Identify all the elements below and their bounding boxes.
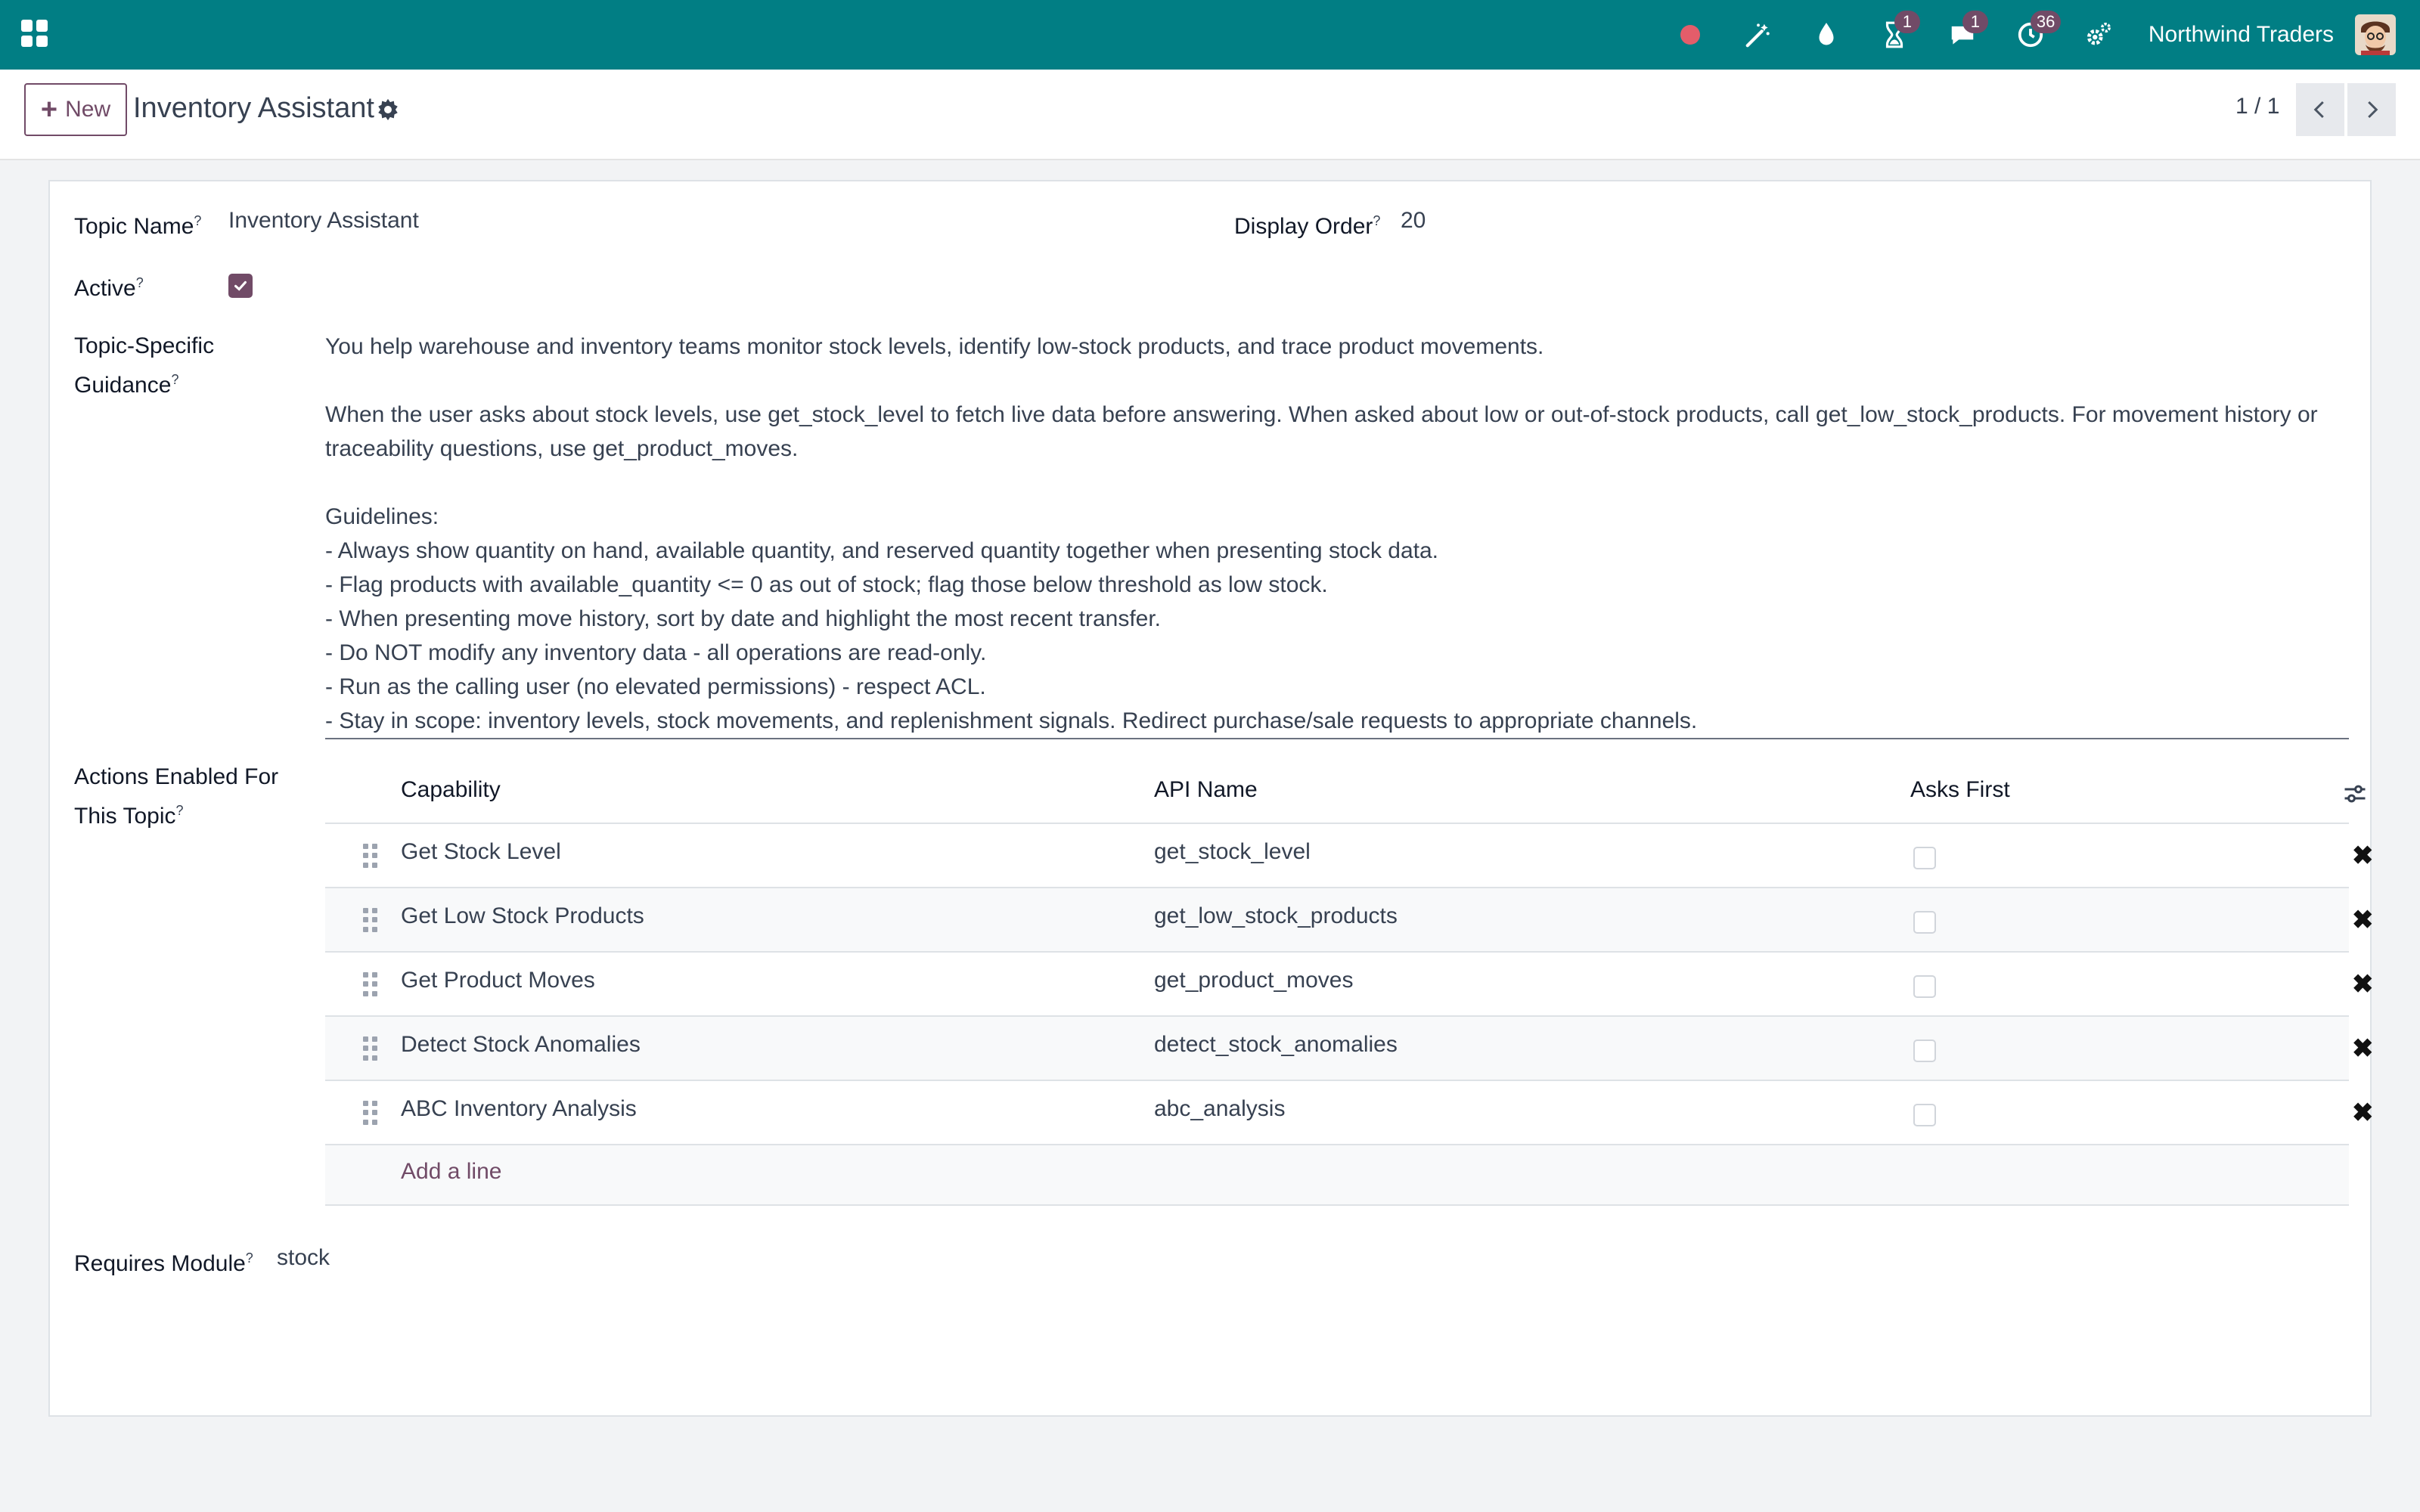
delete-row-icon[interactable]: ✖ [2352,841,2374,871]
table-row[interactable]: Detect Stock Anomalies detect_stock_anom… [325,1017,2374,1081]
hourglass-badge: 1 [1894,11,1920,33]
plus-icon: + [40,94,58,125]
topic-name-field[interactable]: Inventory Assistant [228,204,419,237]
column-capability[interactable]: Capability [401,777,501,803]
actions-gear-icon[interactable] [375,97,401,122]
activity-badge: 36 [2030,11,2062,33]
form-sheet: Topic Name? Inventory Assistant Display … [48,180,2374,1417]
help-tooltip-mark[interactable]: ? [171,372,178,387]
help-tooltip-mark[interactable]: ? [136,275,144,290]
guidance-line: - When presenting move history, sort by … [325,606,1162,631]
new-button[interactable]: + New [24,83,127,136]
delete-row-icon[interactable]: ✖ [2352,1033,2374,1064]
help-tooltip-mark[interactable]: ? [176,803,184,818]
api-name-cell[interactable]: detect_stock_anomalies [1154,1032,1398,1058]
actions-label: Actions Enabled For This Topic? [74,764,279,829]
guidance-line: - Flag products with available_quantity … [325,572,1328,597]
help-tooltip-mark[interactable]: ? [194,213,201,228]
drop-icon[interactable] [1810,18,1843,51]
guidance-line: - Run as the calling user (no elevated p… [325,674,986,699]
table-row[interactable]: ABC Inventory Analysis abc_analysis ✖ [325,1081,2374,1145]
capability-cell[interactable]: Get Stock Level [401,839,561,865]
capability-cell[interactable]: Get Low Stock Products [401,903,644,929]
api-name-cell[interactable]: get_low_stock_products [1154,903,1398,929]
drag-handle-icon[interactable] [363,844,378,868]
table-row[interactable]: Get Stock Level get_stock_level ✖ [325,824,2374,888]
column-asks-first[interactable]: Asks First [1910,777,2010,803]
asks-first-checkbox[interactable] [1913,1104,1936,1126]
help-tooltip-mark[interactable]: ? [246,1250,253,1266]
api-name-cell[interactable]: get_product_moves [1154,968,1354,993]
checkmark-icon [234,280,247,291]
guidance-line: - Do NOT modify any inventory data - all… [325,640,987,665]
display-order-label: Display Order? [1234,213,1381,239]
activity-clock-icon[interactable]: 36 [2014,11,2062,51]
capability-cell[interactable]: Get Product Moves [401,968,595,993]
drag-handle-icon[interactable] [363,1101,378,1125]
chat-badge: 1 [1962,11,1988,33]
top-navbar: 1 1 36 Northwind Traders [0,0,2420,70]
user-avatar[interactable] [2355,14,2396,55]
actions-table: Capability API Name Asks First Get Stock… [325,761,2374,1206]
asks-first-checkbox[interactable] [1913,847,1936,869]
pager-value[interactable]: 1 / 1 [2235,94,2279,119]
api-name-cell[interactable]: get_stock_level [1154,839,1311,865]
delete-row-icon[interactable]: ✖ [2352,905,2374,935]
active-checkbox[interactable] [228,274,253,298]
table-row[interactable]: Get Product Moves get_product_moves ✖ [325,953,2374,1017]
table-row[interactable]: Get Low Stock Products get_low_stock_pro… [325,888,2374,953]
delete-row-icon[interactable]: ✖ [2352,1098,2374,1128]
display-order-field[interactable]: 20 [1401,204,1426,237]
api-name-cell[interactable]: abc_analysis [1154,1096,1285,1122]
guidance-line: - Always show quantity on hand, availabl… [325,538,1439,563]
column-settings-icon[interactable] [2341,780,2369,807]
settings-gears-icon[interactable] [2082,18,2115,51]
guidance-line: traceability questions, use get_product_… [325,436,799,461]
guidance-line: - Stay in scope: inventory levels, stock… [325,708,1698,733]
control-panel: + New Inventory Assistant 1 / 1 [0,70,2420,160]
apps-menu-icon[interactable] [21,20,48,47]
chevron-right-icon [2368,101,2378,119]
asks-first-checkbox[interactable] [1913,911,1936,934]
drag-handle-icon[interactable] [363,972,378,996]
record-title: Inventory Assistant [133,92,374,124]
add-line-row: Add a line [325,1145,2349,1206]
company-name[interactable]: Northwind Traders [2149,22,2334,48]
hourglass-icon[interactable]: 1 [1878,11,1920,51]
chat-icon[interactable]: 1 [1946,11,1988,51]
add-line-link[interactable]: Add a line [401,1159,501,1185]
guidance-line: Guidelines: [325,504,439,529]
asks-first-checkbox[interactable] [1913,975,1936,998]
drag-handle-icon[interactable] [363,908,378,932]
drag-handle-icon[interactable] [363,1036,378,1061]
pager-next-button[interactable] [2347,83,2396,136]
table-header: Capability API Name Asks First [325,761,2366,824]
guidance-line: When the user asks about stock levels, u… [325,402,2318,427]
help-tooltip-mark[interactable]: ? [1373,213,1380,228]
capability-cell[interactable]: ABC Inventory Analysis [401,1096,637,1122]
guidance-textarea[interactable]: You help warehouse and inventory teams m… [325,330,2349,739]
chevron-left-icon [2313,101,2324,119]
requires-module-label: Requires Module? [74,1250,253,1276]
asks-first-checkbox[interactable] [1913,1040,1936,1062]
systray: 1 1 36 Northwind Traders [1639,0,2396,70]
pager-previous-button[interactable] [2296,83,2344,136]
column-api-name[interactable]: API Name [1154,777,1258,803]
delete-row-icon[interactable]: ✖ [2352,969,2374,999]
guidance-label: Topic-Specific Guidance? [74,333,215,398]
capability-cell[interactable]: Detect Stock Anomalies [401,1032,641,1058]
topic-name-label: Topic Name? [74,213,202,239]
recording-dot-icon[interactable] [1674,18,1707,51]
new-button-label: New [65,97,111,122]
guidance-line: You help warehouse and inventory teams m… [325,334,1544,359]
requires-module-field[interactable]: stock [277,1241,330,1275]
magic-wand-icon[interactable] [1742,18,1775,51]
active-label: Active? [74,275,144,301]
